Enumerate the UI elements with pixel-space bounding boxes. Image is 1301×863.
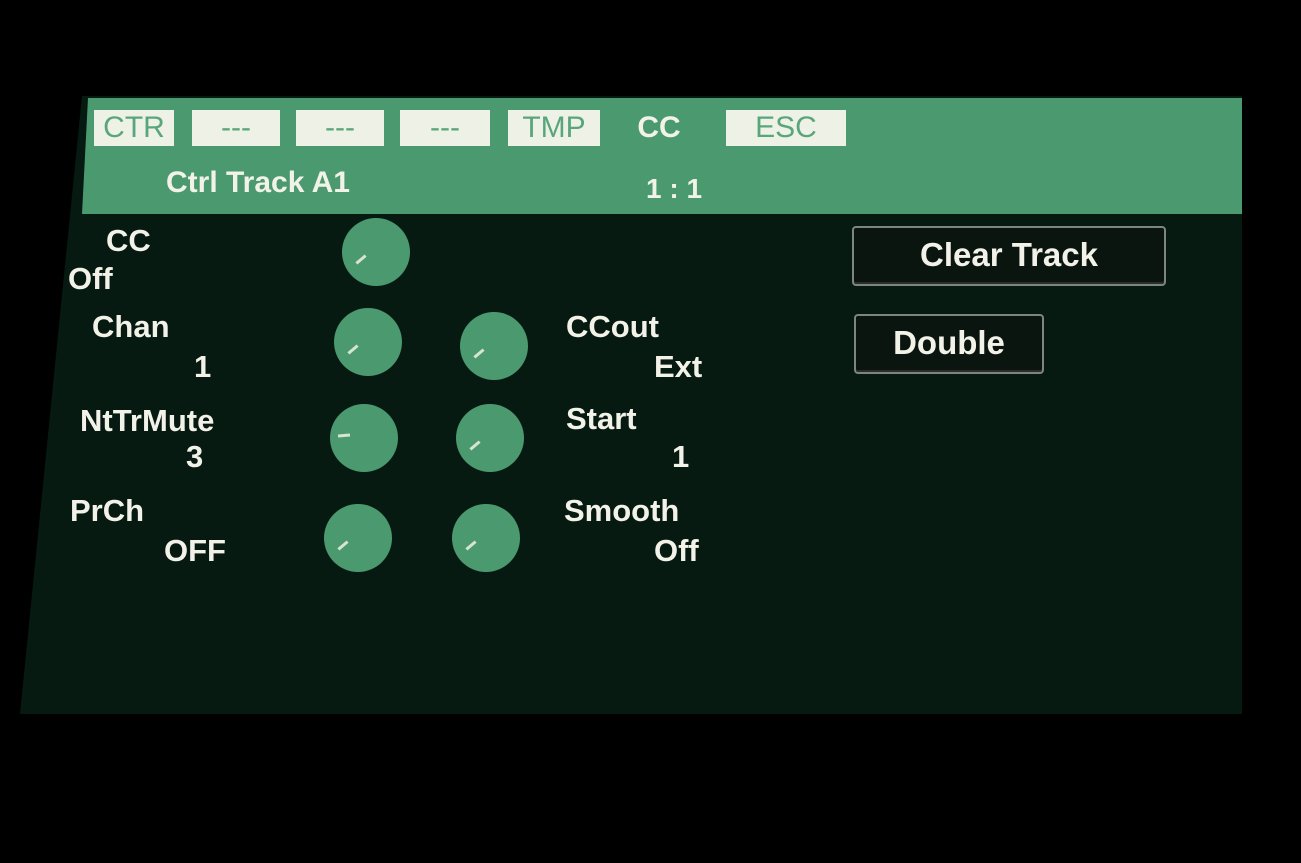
knob-indicator bbox=[355, 254, 367, 265]
double-button[interactable]: Double bbox=[854, 314, 1044, 374]
track-position: 1 : 1 bbox=[646, 173, 703, 204]
tab-empty-2[interactable]: --- bbox=[296, 110, 384, 146]
param-prch-value: OFF bbox=[164, 533, 226, 568]
tab-empty-1[interactable]: --- bbox=[192, 110, 280, 146]
smooth-knob[interactable] bbox=[452, 504, 520, 572]
param-prch-label: PrCh bbox=[70, 493, 145, 528]
tab-tmp[interactable]: TMP bbox=[508, 110, 600, 146]
param-ntrmute-value: 3 bbox=[186, 439, 204, 474]
param-chan-value: 1 bbox=[194, 349, 212, 384]
param-chan-label: Chan bbox=[92, 309, 170, 344]
param-cc-label: CC bbox=[106, 223, 151, 258]
ntrmute-knob[interactable] bbox=[330, 404, 398, 472]
param-ccout-label: CCout bbox=[566, 309, 659, 344]
knob-indicator bbox=[465, 540, 477, 551]
tab-cc[interactable]: CC bbox=[624, 110, 694, 146]
param-cc-value: Off bbox=[68, 261, 113, 296]
param-ccout-value: Ext bbox=[654, 349, 703, 384]
knob-indicator bbox=[337, 433, 351, 438]
param-start-label: Start bbox=[566, 401, 637, 436]
ccout-knob[interactable] bbox=[460, 312, 528, 380]
knob-indicator bbox=[337, 540, 349, 551]
prch-knob[interactable] bbox=[324, 504, 392, 572]
tab-esc[interactable]: ESC bbox=[726, 110, 846, 146]
track-title: Ctrl Track A1 bbox=[166, 166, 350, 199]
param-smooth-label: Smooth bbox=[564, 493, 680, 528]
knob-indicator bbox=[469, 440, 481, 451]
param-ntrmute-label: NtTrMute bbox=[80, 403, 215, 438]
param-smooth-value: Off bbox=[654, 533, 699, 568]
tab-ctr[interactable]: CTR bbox=[94, 110, 174, 146]
chan-knob[interactable] bbox=[334, 308, 402, 376]
clear-track-button[interactable]: Clear Track bbox=[852, 226, 1166, 286]
knob-indicator bbox=[473, 348, 485, 359]
tab-empty-3[interactable]: --- bbox=[400, 110, 490, 146]
cc-knob[interactable] bbox=[342, 218, 410, 286]
param-start-value: 1 bbox=[672, 439, 690, 474]
knob-indicator bbox=[347, 344, 359, 355]
start-knob[interactable] bbox=[456, 404, 524, 472]
